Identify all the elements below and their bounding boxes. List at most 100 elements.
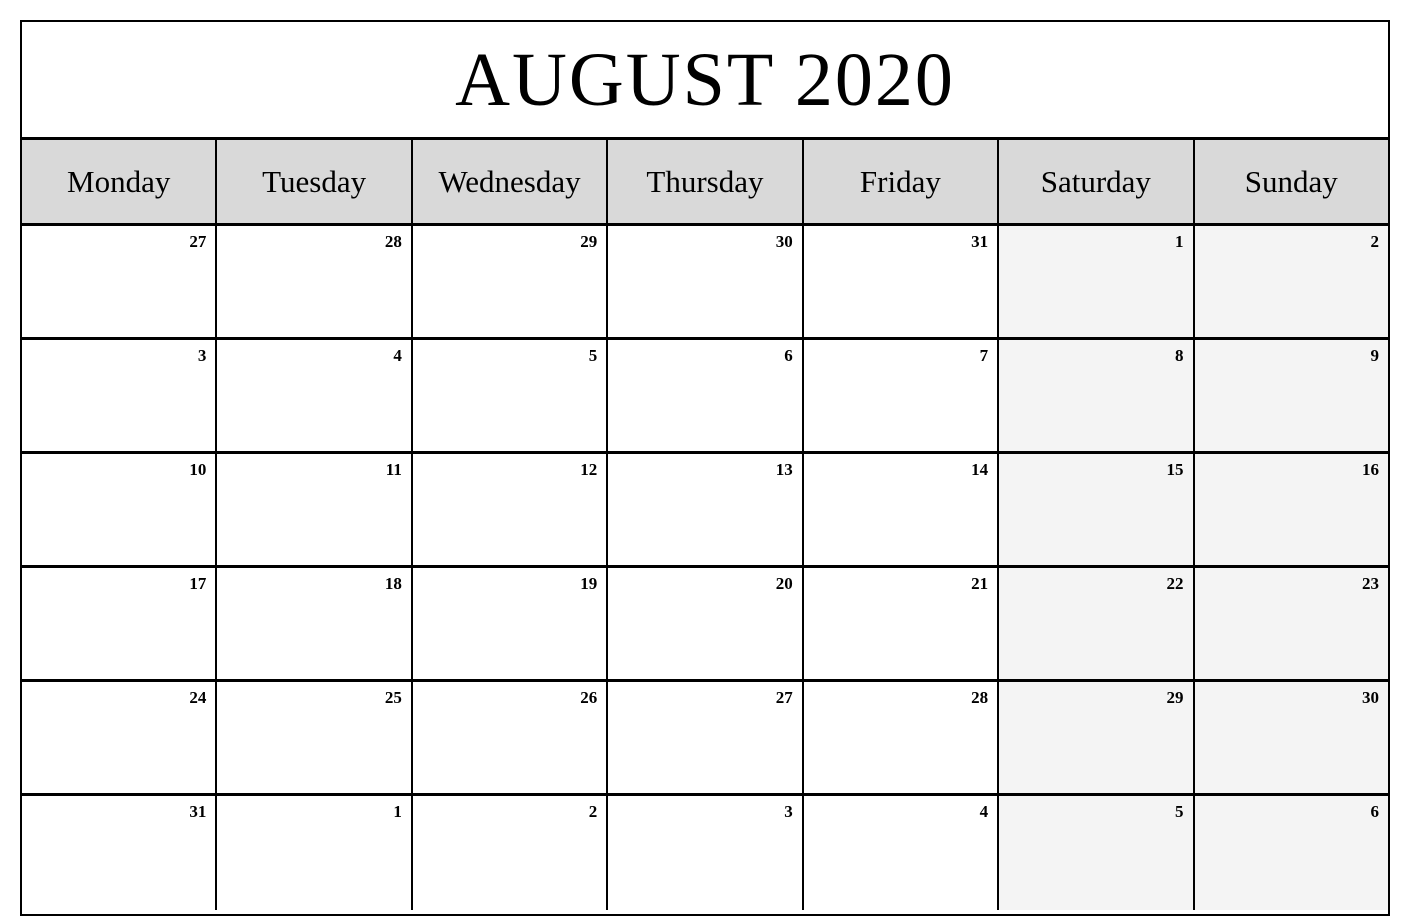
day-number: 16 (1361, 460, 1379, 479)
day-number: 28 (971, 688, 989, 707)
weekday-header-monday: Monday (22, 140, 218, 223)
day-cell[interactable]: 28 (217, 226, 413, 337)
day-number: 3 (784, 802, 793, 821)
calendar-week-row: 31 1 2 3 4 5 6 (22, 796, 1388, 910)
weekday-header-row: Monday Tuesday Wednesday Thursday Friday Satu… (22, 140, 1388, 226)
day-cell[interactable]: 6 (1194, 796, 1388, 910)
weekday-header-tuesday: Tuesday (217, 140, 413, 223)
day-number: 4 (393, 346, 402, 365)
day-number: 5 (588, 346, 598, 365)
day-number: 23 (1361, 574, 1379, 593)
day-number: 26 (580, 688, 598, 707)
day-number: 8 (1175, 346, 1184, 365)
day-cell[interactable]: 14 (803, 454, 1000, 565)
day-number: 17 (189, 574, 207, 593)
day-number: 7 (979, 346, 989, 365)
day-number: 1 (1175, 232, 1184, 251)
day-cell[interactable]: 27 (608, 682, 804, 793)
day-cell[interactable]: 24 (22, 682, 218, 793)
day-cell[interactable]: 5 (999, 796, 1195, 910)
day-cell[interactable]: 1 (999, 226, 1195, 337)
day-number: 30 (1361, 688, 1379, 707)
day-number: 15 (1166, 460, 1184, 479)
day-cell[interactable]: 23 (1194, 568, 1388, 679)
day-number: 24 (189, 688, 207, 707)
day-number: 21 (971, 574, 989, 593)
calendar-week-row: 27 28 29 30 31 1 2 (22, 226, 1388, 340)
day-cell[interactable]: 16 (1194, 454, 1388, 565)
day-number: 5 (1175, 802, 1184, 821)
weekday-header-friday: Friday (803, 140, 1000, 223)
day-number: 27 (775, 688, 793, 707)
day-cell[interactable]: 4 (803, 796, 1000, 910)
day-cell[interactable]: 31 (22, 796, 218, 910)
day-number: 6 (784, 346, 793, 365)
page-title: AUGUST 2020 (455, 37, 955, 122)
day-number: 30 (775, 232, 793, 251)
day-number: 11 (385, 460, 402, 479)
day-cell[interactable]: 29 (412, 226, 609, 337)
day-cell[interactable]: 8 (999, 340, 1195, 451)
calendar: AUGUST 2020 Monday Tuesday Wednesday Thursd… (20, 20, 1390, 916)
day-cell[interactable]: 3 (608, 796, 804, 910)
day-number: 28 (384, 232, 402, 251)
day-number: 19 (580, 574, 598, 593)
day-cell[interactable]: 18 (217, 568, 413, 679)
day-number: 2 (1370, 232, 1379, 251)
day-number: 14 (971, 460, 989, 479)
day-cell[interactable]: 12 (412, 454, 609, 565)
day-cell[interactable]: 22 (999, 568, 1195, 679)
day-cell[interactable]: 19 (412, 568, 609, 679)
calendar-grid: 27 28 29 30 31 1 2 3 4 5 6 7 8 9 10 11 12 13 14 15 16 17 18 19 2… (22, 226, 1388, 910)
day-number: 6 (1370, 802, 1379, 821)
day-number: 29 (1166, 688, 1184, 707)
day-cell[interactable]: 4 (217, 340, 413, 451)
day-cell[interactable]: 9 (1194, 340, 1388, 451)
day-number: 1 (393, 802, 402, 821)
day-cell[interactable]: 30 (1194, 682, 1388, 793)
day-cell[interactable]: 6 (608, 340, 804, 451)
calendar-week-row: 24 25 26 27 28 29 30 (22, 682, 1388, 796)
day-number: 10 (189, 460, 207, 479)
day-cell[interactable]: 28 (803, 682, 1000, 793)
day-number: 2 (588, 802, 598, 821)
day-cell[interactable]: 31 (803, 226, 1000, 337)
day-cell[interactable]: 25 (217, 682, 413, 793)
day-cell[interactable]: 7 (803, 340, 1000, 451)
weekday-header-wednesday: Wednesday (412, 140, 609, 223)
day-number: 27 (189, 232, 207, 251)
day-cell[interactable]: 27 (22, 226, 218, 337)
day-number: 20 (775, 574, 793, 593)
day-number: 18 (384, 574, 402, 593)
calendar-week-row: 10 11 12 13 14 15 16 (22, 454, 1388, 568)
day-number: 31 (971, 232, 989, 251)
day-number: 29 (580, 232, 598, 251)
day-number: 12 (580, 460, 598, 479)
calendar-week-row: 17 18 19 20 21 22 23 (22, 568, 1388, 682)
day-number: 25 (384, 688, 402, 707)
day-cell[interactable]: 29 (999, 682, 1195, 793)
calendar-week-row: 3 4 5 6 7 8 9 (22, 340, 1388, 454)
day-number: 13 (775, 460, 793, 479)
day-cell[interactable]: 21 (803, 568, 1000, 679)
day-cell[interactable]: 26 (412, 682, 609, 793)
day-cell[interactable]: 3 (22, 340, 218, 451)
day-cell[interactable]: 2 (412, 796, 609, 910)
day-number: 22 (1166, 574, 1184, 593)
day-cell[interactable]: 17 (22, 568, 218, 679)
day-cell[interactable]: 15 (999, 454, 1195, 565)
day-number: 4 (979, 802, 989, 821)
day-number: 9 (1370, 346, 1379, 365)
day-cell[interactable]: 13 (608, 454, 804, 565)
day-cell[interactable]: 1 (217, 796, 413, 910)
day-cell[interactable]: 5 (412, 340, 609, 451)
day-cell[interactable]: 10 (22, 454, 218, 565)
day-number: 31 (189, 802, 207, 821)
day-cell[interactable]: 30 (608, 226, 804, 337)
day-cell[interactable]: 2 (1194, 226, 1388, 337)
weekday-header-thursday: Thursday (608, 140, 804, 223)
day-number: 3 (197, 346, 207, 365)
calendar-title-bar: AUGUST 2020 (22, 22, 1388, 140)
day-cell[interactable]: 20 (608, 568, 804, 679)
day-cell[interactable]: 11 (217, 454, 413, 565)
